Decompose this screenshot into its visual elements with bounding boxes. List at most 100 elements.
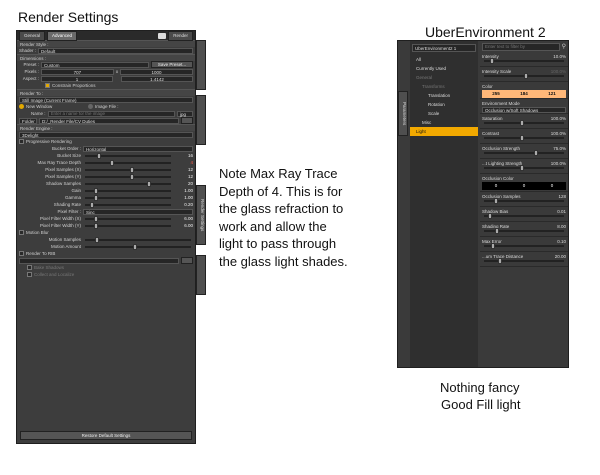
uber-prop[interactable]: ...t Lighting Strength 100.0% xyxy=(480,159,568,174)
occ-color-b[interactable]: 0 xyxy=(551,182,554,190)
color-b-value[interactable]: 121 xyxy=(548,90,556,98)
filter-input[interactable] xyxy=(482,42,560,51)
tree-item[interactable]: Misc xyxy=(410,118,478,127)
prop-intensity-scale[interactable]: Intensity Scale 100.0% xyxy=(480,67,568,82)
filter-param-value[interactable]: 6.00 xyxy=(175,216,193,221)
render-param-slider[interactable] xyxy=(85,173,171,180)
render-param-slider-knob[interactable] xyxy=(96,152,101,159)
render-param-slider-knob[interactable] xyxy=(146,180,151,187)
prop-occlusion-color[interactable]: Occlusion Color 0 0 0 xyxy=(480,174,568,192)
preset-select[interactable]: Custom xyxy=(41,61,149,68)
render-param-slider[interactable] xyxy=(85,194,171,201)
uber-prop[interactable]: Shadow Bias 0.01 xyxy=(480,207,568,222)
uber-prop-slider[interactable] xyxy=(484,150,564,156)
render-param-value[interactable]: 16 xyxy=(175,153,193,158)
aspect-height-field[interactable]: 1.4142 xyxy=(121,75,193,82)
prop-env-mode[interactable]: Environment Mode Occlusion w/Soft Shadow… xyxy=(480,99,568,114)
new-window-radio[interactable] xyxy=(19,104,24,109)
prop-intensity[interactable]: Intensity 10.0% xyxy=(480,52,568,67)
uber-prop-knob[interactable] xyxy=(487,213,492,219)
uber-prop-knob[interactable] xyxy=(498,258,503,264)
uber-prop-slider[interactable] xyxy=(484,213,564,219)
filter-param-slider[interactable] xyxy=(85,215,171,222)
bake-shadows-checkbox[interactable] xyxy=(27,265,32,270)
save-preset-button[interactable]: Save Preset... xyxy=(151,61,193,68)
filter-param-slider-knob[interactable] xyxy=(94,222,99,229)
parameters-side-tab[interactable]: Parameters xyxy=(398,91,408,136)
pixels-width-field[interactable]: 707 xyxy=(41,68,114,75)
color-r-value[interactable]: 255 xyxy=(492,90,500,98)
motion-blur-checkbox[interactable] xyxy=(19,230,24,235)
shader-select[interactable]: Default xyxy=(38,47,193,54)
side-tab-mid[interactable] xyxy=(196,95,206,145)
node-select[interactable]: UberEnvironment2 1 xyxy=(412,44,476,52)
side-tab-top[interactable] xyxy=(196,40,206,90)
uber-prop-knob[interactable] xyxy=(491,243,496,249)
tree-item[interactable]: Transforms xyxy=(410,82,478,91)
folder-select[interactable]: Folder xyxy=(19,117,37,124)
camera-icon[interactable] xyxy=(158,32,167,39)
uber-prop-slider[interactable] xyxy=(484,258,564,264)
uber-prop-slider[interactable] xyxy=(484,243,564,249)
render-param-value[interactable]: 12 xyxy=(175,167,193,172)
rib-path-field[interactable] xyxy=(19,257,179,264)
aspect-width-field[interactable]: 1 xyxy=(41,75,113,82)
restore-defaults-button[interactable]: Restore Default Settings xyxy=(20,431,192,440)
tree-item[interactable]: Rotation xyxy=(410,100,478,109)
uber-prop-knob[interactable] xyxy=(520,135,524,141)
uber-prop-knob[interactable] xyxy=(520,120,524,126)
tree-item[interactable]: General xyxy=(410,73,478,82)
uber-prop-slider[interactable] xyxy=(484,120,564,126)
browse-button[interactable] xyxy=(181,117,193,124)
motion-param-slider-knob[interactable] xyxy=(94,236,99,243)
tree-item[interactable]: All xyxy=(410,55,478,64)
color-swatch[interactable]: 255 184 121 xyxy=(482,90,566,98)
occ-color-r[interactable]: 0 xyxy=(495,182,498,190)
occ-samples-slider[interactable] xyxy=(484,198,564,204)
motion-param-slider[interactable] xyxy=(85,243,191,250)
render-to-select[interactable]: Still Image (Current Frame) xyxy=(19,96,193,103)
render-param-value[interactable]: 1.00 xyxy=(175,188,193,193)
side-tab-low[interactable] xyxy=(196,255,206,295)
format-select[interactable]: jpg xyxy=(177,110,193,117)
occ-color-g[interactable]: 0 xyxy=(523,182,526,190)
env-mode-select[interactable]: Occlusion w/Soft Shadows xyxy=(482,107,566,113)
render-param-slider-knob[interactable] xyxy=(129,166,134,173)
render-param-slider[interactable] xyxy=(85,159,171,166)
filter-param-value[interactable]: 6.00 xyxy=(175,223,193,228)
render-param-slider-knob[interactable] xyxy=(94,187,99,194)
render-param-slider-knob[interactable] xyxy=(94,194,99,201)
folder-path-field[interactable]: D:/_Render File/CV Duties xyxy=(39,117,179,124)
search-icon[interactable]: ⚲ xyxy=(562,43,566,50)
render-param-value[interactable]: 0.20 xyxy=(175,202,193,207)
render-param-slider-knob[interactable] xyxy=(129,173,134,180)
render-param-slider[interactable] xyxy=(85,166,171,173)
tab-general[interactable]: General xyxy=(19,30,46,41)
prop-occlusion-samples[interactable]: Occlusion Samples 128 xyxy=(480,192,568,207)
uber-prop[interactable]: Contrast 100.0% xyxy=(480,129,568,144)
render-settings-side-tab[interactable]: Render Settings xyxy=(196,185,206,245)
filter-param-slider-knob[interactable] xyxy=(94,215,99,222)
render-param-value[interactable]: 12 xyxy=(175,174,193,179)
uber-prop-knob[interactable] xyxy=(534,150,539,156)
render-button[interactable]: Render xyxy=(168,30,193,41)
render-to-rib-checkbox[interactable] xyxy=(19,251,24,256)
pixel-filter-select[interactable]: Sinc xyxy=(83,208,193,215)
render-param-slider[interactable] xyxy=(85,152,171,159)
uber-prop[interactable]: Shading Rate 8.00 xyxy=(480,222,568,237)
uber-prop[interactable]: Max Error 0.10 xyxy=(480,237,568,252)
tree-item[interactable]: Translation xyxy=(410,91,478,100)
engine-select[interactable]: 3Delight xyxy=(19,131,193,138)
uber-prop-slider[interactable] xyxy=(484,135,564,141)
tab-advanced[interactable]: Advanced xyxy=(47,30,78,41)
uber-prop-knob[interactable] xyxy=(520,165,524,171)
prop-color[interactable]: Color 255 184 121 xyxy=(480,82,568,99)
collect-localize-checkbox[interactable] xyxy=(27,272,32,277)
uber-prop-knob[interactable] xyxy=(494,228,499,234)
render-param-slider[interactable] xyxy=(85,187,171,194)
filter-param-slider[interactable] xyxy=(85,222,171,229)
image-name-input[interactable] xyxy=(47,110,175,117)
constrain-checkbox[interactable] xyxy=(45,83,50,88)
uber-prop-slider[interactable] xyxy=(484,165,564,171)
intensity-scale-slider[interactable] xyxy=(484,73,564,79)
